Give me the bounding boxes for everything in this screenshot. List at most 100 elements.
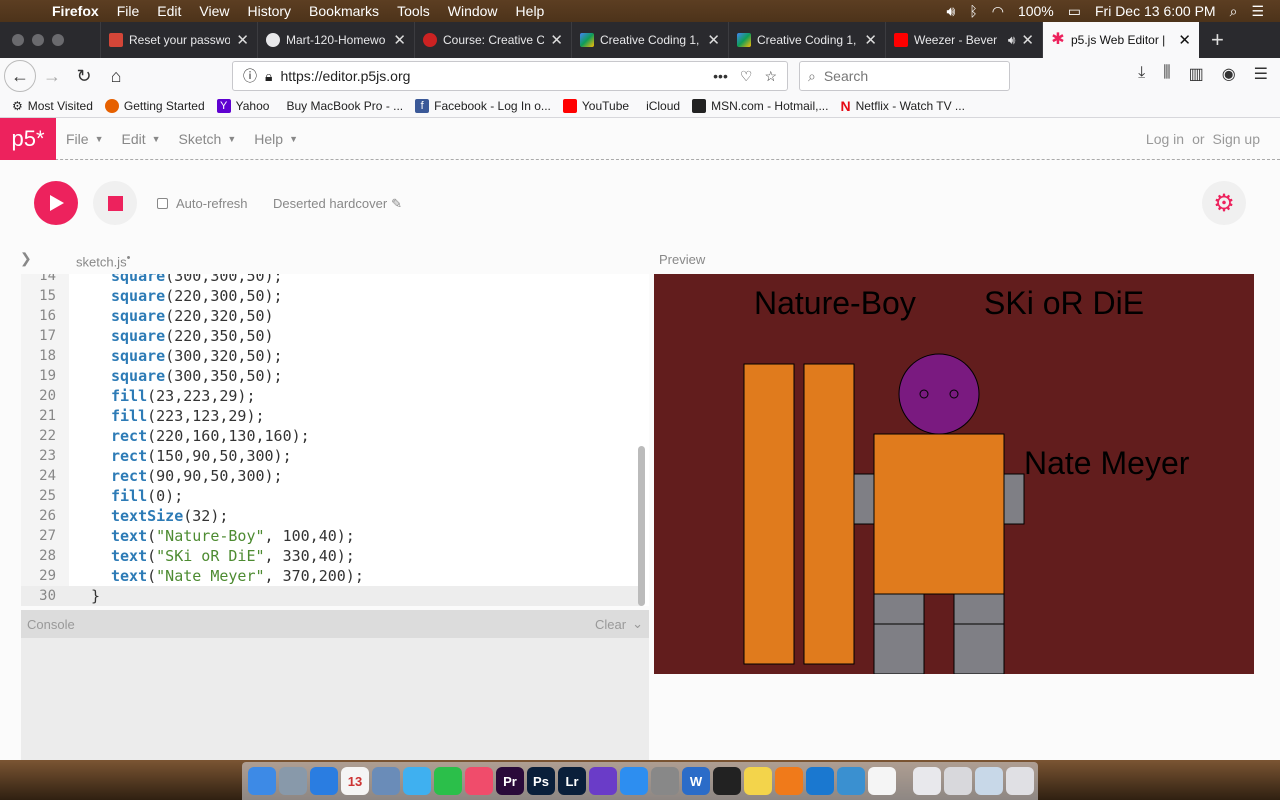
trash-icon[interactable] [1006,767,1034,795]
bookmark-msn[interactable]: MSN.com - Hotmail,... [692,98,828,113]
folder-icon[interactable] [913,767,941,795]
code-line[interactable]: 14 square(300,300,50); [21,274,641,286]
file-tab[interactable]: sketch.js• [76,252,130,269]
clock[interactable]: Fri Dec 13 6:00 PM [1095,3,1216,19]
wifi-icon[interactable]: ◠ [992,3,1004,20]
facetime-icon[interactable] [434,767,462,795]
launchpad-icon[interactable] [279,767,307,795]
sketch-name[interactable]: Deserted hardcover ✎ [273,196,402,212]
code-line[interactable]: 20 fill(23,223,29); [21,386,641,406]
menu-view[interactable]: View [199,3,229,19]
browser-tab[interactable]: Creative Coding 1, ✕ [571,22,728,58]
pocket-icon[interactable]: ♡ [740,68,753,85]
chevron-down-icon[interactable]: ⌄ [632,616,643,632]
menu-help[interactable]: Help [516,3,545,19]
battery-percent[interactable]: 100% [1018,3,1054,19]
menu-window[interactable]: Window [448,3,498,19]
code-line[interactable]: 28 text("SKi oR DiE", 330,40); [21,546,641,566]
bookmark-star-icon[interactable]: ☆ [764,68,777,85]
spotlight-icon[interactable]: ⌕ [1230,3,1238,20]
code-line[interactable]: 26 textSize(32); [21,506,641,526]
menu-app-name[interactable]: Firefox [52,3,99,19]
code-line[interactable]: 15 square(220,300,50); [21,286,641,306]
close-tab-icon[interactable]: ✕ [236,31,249,49]
finder-icon[interactable] [248,767,276,795]
home-button[interactable]: ⌂ [100,60,132,92]
forward-button[interactable]: → [36,60,68,92]
p5-menu-file[interactable]: File ▼ [66,131,103,147]
login-link[interactable]: Log in [1146,131,1184,147]
battery-icon[interactable]: ▭ [1068,3,1081,20]
code-line[interactable]: 25 fill(0); [21,486,641,506]
hamburger-menu-icon[interactable]: ☰ [1254,64,1268,84]
tab-audio-icon[interactable]: 🔊︎ [1008,33,1016,48]
photoshop-icon[interactable]: Ps [527,767,555,795]
browser-tab[interactable]: Creative Coding 1, ✕ [728,22,885,58]
close-tab-icon[interactable]: ✕ [1178,31,1191,49]
settings-button[interactable]: ⚙ [1202,181,1246,225]
p5-logo[interactable]: p5* [0,117,56,160]
textedit-icon[interactable] [868,767,896,795]
bookmark-yahoo[interactable]: Y Yahoo [216,98,269,113]
bookmark-facebook[interactable]: f Facebook - Log In o... [415,98,551,113]
music-icon[interactable] [465,767,493,795]
close-tab-icon[interactable]: ✕ [550,31,563,49]
stop-button[interactable] [93,181,137,225]
calendar-icon[interactable]: 13 [341,767,369,795]
imovie-icon[interactable] [589,767,617,795]
safari-icon[interactable] [310,767,338,795]
browser-tab[interactable]: Reset your passwo ✕ [100,22,257,58]
new-tab-button[interactable]: + [1211,27,1224,53]
settings-icon[interactable] [651,767,679,795]
close-tab-icon[interactable]: ✕ [393,31,406,49]
browser-tab[interactable]: Weezer - Bever 🔊︎ ✕ [885,22,1042,58]
code-line[interactable]: 23 rect(150,90,50,300); [21,446,641,466]
info-icon[interactable]: ⓘ [243,66,257,86]
code-line[interactable]: 27 text("Nature-Boy", 100,40); [21,526,641,546]
folder3-icon[interactable] [975,767,1003,795]
vscode-icon[interactable] [806,767,834,795]
notes-icon[interactable] [744,767,772,795]
appstore-icon[interactable] [620,767,648,795]
p5-menu-sketch[interactable]: Sketch ▼ [179,131,237,147]
auto-refresh-checkbox[interactable] [157,198,168,209]
bookmark-netflix[interactable]: N Netflix - Watch TV ... [840,98,964,114]
close-tab-icon[interactable]: ✕ [864,31,877,49]
reload-button[interactable]: ↻ [68,60,100,92]
page-actions-icon[interactable]: ••• [713,68,728,85]
menu-tools[interactable]: Tools [397,3,430,19]
url-bar[interactable]: ⓘ 🔒︎ https://editor.p5js.org ••• ♡ ☆ [232,61,788,91]
word-icon[interactable]: W [682,767,710,795]
bookmark-getting-started[interactable]: Getting Started [104,98,205,113]
folder2-icon[interactable] [944,767,972,795]
menu-bookmarks[interactable]: Bookmarks [309,3,379,19]
browser-tab[interactable]: Mart-120-Homewo ✕ [257,22,414,58]
sketch-preview-canvas[interactable]: Nature-Boy SKi oR DiE Nate Meyer [654,274,1254,674]
expand-sidebar-icon[interactable]: ❯ [20,250,32,267]
bookmark-youtube[interactable]: YouTube [562,98,629,113]
code-line[interactable]: 18 square(300,320,50); [21,346,641,366]
auto-refresh-toggle[interactable]: Auto-refresh [157,196,248,211]
activity-icon[interactable] [713,767,741,795]
notification-center-icon[interactable]: ☰ [1251,3,1264,20]
sidebar-icon[interactable]: ▥ [1189,64,1204,84]
bookmark-icloud[interactable]: iCloud [641,99,680,113]
zoom-window-button[interactable] [52,34,64,46]
search-input[interactable]: ⌕ Search [799,61,1010,91]
xcode-icon[interactable] [837,767,865,795]
code-line[interactable]: 30} [21,586,641,606]
code-line[interactable]: 21 fill(223,123,29); [21,406,641,426]
back-button[interactable]: ← [4,60,36,92]
editor-scrollbar[interactable] [638,446,645,606]
code-line[interactable]: 29 text("Nate Meyer", 370,200); [21,566,641,586]
p5-menu-edit[interactable]: Edit ▼ [121,131,160,147]
close-window-button[interactable] [12,34,24,46]
bookmark-macbook[interactable]: Buy MacBook Pro - ... [281,99,403,113]
browser-tab[interactable]: Course: Creative C ✕ [414,22,571,58]
messages-icon[interactable] [403,767,431,795]
minimize-window-button[interactable] [32,34,44,46]
menu-edit[interactable]: Edit [157,3,181,19]
code-editor[interactable]: 14 square(300,300,50); 15 square(220,300,50… [21,274,649,606]
downloads-icon[interactable]: ⤓ [1138,64,1145,84]
bluetooth-icon[interactable]: ᛒ [969,3,977,19]
